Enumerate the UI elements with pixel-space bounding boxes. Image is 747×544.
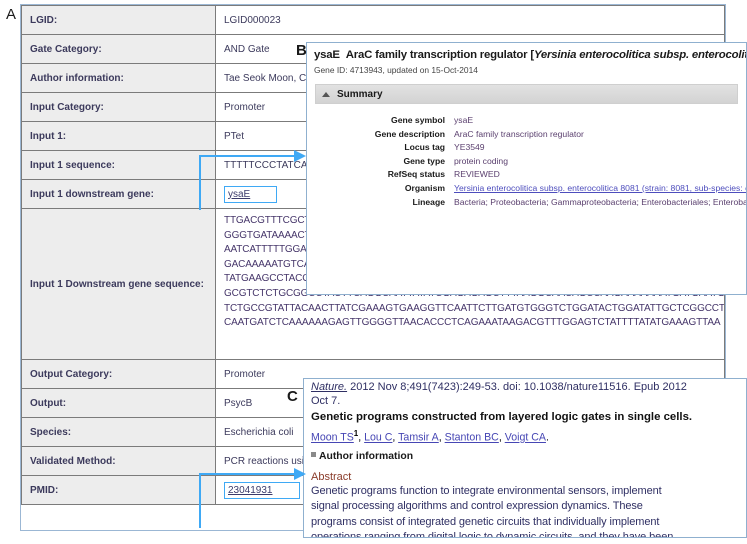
figure-root: A B C LGID: LGID000023 Gate Category: AND G… [0,0,747,544]
author-link[interactable]: Tamsir A [398,432,439,444]
panel-label-b: B [296,42,307,59]
gene-description-title: AraC family transcription regulator [ [345,49,534,61]
abstract-line: signal processing algorithms and control… [311,500,643,513]
gene-field-key: Lineage [412,196,445,207]
gene-field-value: protein coding [454,155,508,166]
article-title: Genetic programs constructed from layere… [311,411,693,423]
gene-field-key: Gene type [403,155,445,166]
panel-label-c: C [287,388,298,405]
pubmed-citation: Nature. 2012 Nov 8;491(7423):249-53. doi… [311,380,740,394]
gene-field-row: Organism Yersinia enterocolitica subsp. e… [319,182,746,196]
summary-section-header[interactable]: Summary [315,84,738,104]
gene-field-key: Gene symbol [391,115,445,125]
author-list: Moon TS1, Lou C, Tamsir A, Stanton BC, V… [311,426,740,446]
author-link[interactable]: Stanton BC [445,432,499,444]
sequence-line: TCTGCCGTATTACAACTTATCGAAAGTGAAGGTTCAATTC… [224,302,725,314]
expand-square-icon[interactable] [311,451,316,457]
table-row: LGID: LGID000023 [21,5,725,35]
gene-field-key: Gene description [374,128,445,139]
value-link[interactable]: ysaE [228,189,250,200]
row-label: Species: [21,417,216,447]
row-label: Author information: [21,63,216,93]
author-information-toggle[interactable]: Author information [311,451,740,462]
summary-label: Summary [337,88,383,100]
gene-field-row: Lineage Bacteria; Proteobacteria; Gammapr… [319,196,746,210]
highlight-box: 23041931 [224,481,300,499]
row-label: Output: [21,388,216,418]
row-label: Input 1: [21,121,216,151]
value-link[interactable]: 23041931 [228,485,273,496]
abstract-body: Genetic programs function to integrate e… [311,484,740,538]
gene-field-value: ysaE [454,115,474,125]
gene-field-key: RefSeq status [387,169,445,180]
abstract-heading: Abstract [311,470,352,483]
row-value: LGID000023 [215,5,725,35]
citation-details: 2012 Nov 8;491(7423):249-53. doi: 10.103… [347,381,687,393]
journal-link[interactable]: Nature. [311,381,347,393]
gene-field-value-link[interactable]: Yersinia enterocolitica subsp. enterocol… [454,182,746,196]
gene-field-row: RefSeq status REVIEWED [319,168,746,182]
gene-id-updated: Gene ID: 4713943, updated on 15-Oct-2014 [314,65,478,75]
row-label: Input 1 downstream gene: [21,179,216,209]
gene-field-value: Bacteria; Proteobacteria; Gammaproteobac… [454,196,746,207]
citation-line-2: Oct 7. [311,395,341,407]
sequence-line: CAATGATCTCAAAAAAGAGTTGGGGTTAACACCCTCAGAA… [224,317,721,329]
gene-field-key: Organism [404,182,445,193]
abstract-line: operations ranging from digital logic to… [311,531,674,538]
abstract-line: Genetic programs function to integrate e… [311,484,662,497]
panel-label-a: A [6,6,17,23]
gene-symbol: ysaE [314,49,340,61]
row-label: Input 1 sequence: [21,150,216,180]
author-link[interactable]: Voigt CA [505,432,546,444]
gene-field-row: Gene description AraC family transcriptio… [319,128,746,142]
gene-record-panel: ysaE AraC family transcription regulator… [306,42,747,295]
author-link[interactable]: Moon TS [311,432,354,444]
row-label: Gate Category: [21,34,216,64]
row-label: Input 1 Downstream gene sequence: [21,208,216,360]
author-separator: . [545,431,549,444]
gene-field-row: Gene symbol ysaE [319,114,746,128]
row-label: PMID: [21,475,216,505]
gene-field-key: Locus tag [404,142,445,153]
author-link[interactable]: Lou C [364,432,392,444]
row-label: Validated Method: [21,446,216,476]
gene-field-value: AraC family transcription regulator [454,128,584,139]
gene-field-row: Locus tag YE3549 [319,141,746,155]
collapse-triangle-icon[interactable] [322,91,330,97]
abstract-line: programs consist of integrated genetic c… [311,515,660,528]
gene-field-value: YE3549 [454,142,485,153]
pubmed-abstract-panel: Nature. 2012 Nov 8;491(7423):249-53. doi… [303,378,747,538]
gene-panel-title: ysaE AraC family transcription regulator… [307,43,746,64]
row-label: Output Category: [21,359,216,389]
row-label: Input Category: [21,92,216,122]
gene-field-row: Gene type protein coding [319,155,746,169]
gene-field-value: REVIEWED [454,169,500,180]
highlight-box: ysaE [224,185,278,203]
gene-organism-title: Yersinia enterocolitica subsp. enterocol… [533,49,746,61]
row-label: LGID: [21,5,216,35]
author-information-label: Author information [319,450,414,462]
gene-summary-fields: Gene symbol ysaE Gene description AraC fami… [307,114,746,209]
